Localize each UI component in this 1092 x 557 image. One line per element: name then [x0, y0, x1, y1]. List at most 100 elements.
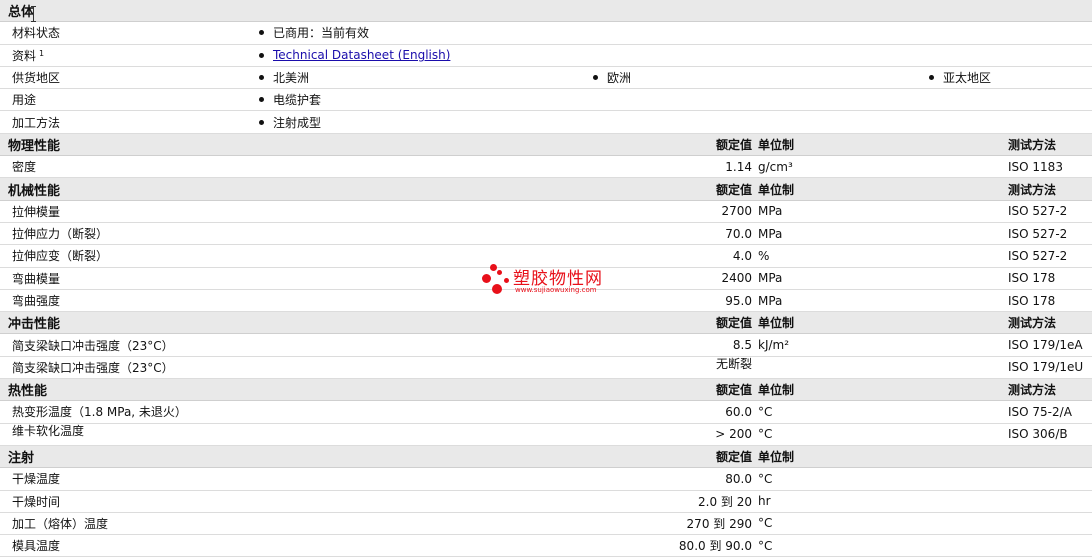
property-value: > 200: [715, 427, 752, 442]
property-value: 80.0 到 90.0: [678, 539, 752, 554]
table-row: 热变形温度（1.8 MPa, 未退火） 60.0 °C ISO 75-2/A: [0, 401, 1092, 424]
test-method: ISO 527-2: [1008, 204, 1068, 219]
property-value: 95.0: [725, 293, 752, 308]
row-label: 材料状态: [12, 26, 61, 41]
row-label: 资料 1: [12, 48, 45, 63]
bullet-icon: [259, 119, 264, 125]
table-row: 模具温度 80.0 到 90.0 °C: [0, 535, 1092, 557]
technical-datasheet-link[interactable]: Technical Datasheet (English): [273, 48, 450, 62]
row-supply-regions: 供货地区 北美洲 欧洲 亚太地区: [0, 66, 1092, 90]
property-name: 干燥时间: [12, 494, 61, 509]
property-name: 干燥温度: [12, 472, 61, 487]
watermark-logo: 塑胶物性网 www.sujiaowuxing.com: [482, 262, 622, 300]
row-label: 加工方法: [12, 115, 61, 130]
col-header-unit: 单位制: [758, 316, 795, 331]
property-unit: MPa: [758, 204, 783, 219]
row-value: 电缆护套: [259, 89, 321, 110]
property-value: 60.0: [725, 404, 752, 419]
text-cursor-icon: [31, 6, 36, 22]
property-name: 密度: [12, 160, 37, 175]
region-item: 亚太地区: [929, 67, 991, 88]
logo-dots-icon: [482, 262, 516, 296]
property-unit: g/cm³: [758, 159, 793, 174]
table-row: 加工（熔体）温度 270 到 290 °C: [0, 512, 1092, 536]
property-unit: MPa: [758, 226, 783, 241]
table-row: 简支梁缺口冲击强度（23°C） 无断裂 ISO 179/1eU: [0, 356, 1092, 380]
property-unit: MPa: [758, 293, 783, 308]
row-processing: 加工方法 注射成型: [0, 111, 1092, 134]
col-header-method: 测试方法: [1008, 383, 1057, 398]
row-value: Technical Datasheet (English): [259, 45, 450, 66]
test-method: ISO 75-2/A: [1008, 404, 1072, 419]
section-header-physical: 物理性能 额定值 单位制 测试方法: [0, 133, 1092, 157]
property-value: 无断裂: [715, 356, 752, 371]
property-name: 弯曲模量: [12, 271, 61, 286]
col-header-unit: 单位制: [758, 450, 795, 465]
row-material-status: 材料状态 已商用：当前有效: [0, 22, 1092, 45]
table-row: 拉伸模量 2700 MPa ISO 527-2: [0, 200, 1092, 223]
section-header-impact: 冲击性能 额定值 单位制 测试方法: [0, 312, 1092, 335]
property-unit: °C: [758, 427, 773, 442]
bullet-icon: [593, 75, 598, 81]
row-value: 已商用：当前有效: [259, 22, 369, 43]
section-header-thermal: 热性能 额定值 单位制 测试方法: [0, 379, 1092, 402]
col-header-value: 额定值: [715, 316, 752, 331]
property-name: 弯曲强度: [12, 294, 61, 308]
property-value: 2.0 到 20: [698, 494, 752, 509]
section-title: 物理性能: [8, 138, 61, 154]
watermark-url: www.sujiaowuxing.com: [515, 286, 597, 294]
col-header-method: 测试方法: [1008, 137, 1057, 152]
property-value: 4.0: [732, 248, 752, 263]
col-header-unit: 单位制: [758, 137, 795, 152]
section-title: 机械性能: [8, 183, 61, 199]
col-header-value: 额定值: [715, 450, 752, 465]
test-method: ISO 527-2: [1008, 226, 1068, 241]
property-name: 简支梁缺口冲击强度（23°C）: [12, 338, 174, 353]
test-method: ISO 179/1eA: [1008, 338, 1083, 353]
section-title: 总体: [8, 5, 35, 21]
property-value: 1.14: [725, 159, 752, 174]
region-item: 北美洲: [259, 67, 309, 88]
table-row: 密度 1.14 g/cm³ ISO 1183: [0, 156, 1092, 179]
bullet-icon: [259, 52, 264, 58]
footnote-marker: 1: [39, 48, 45, 58]
bullet-icon: [259, 97, 264, 103]
test-method: ISO 527-2: [1008, 248, 1068, 263]
table-row: 简支梁缺口冲击强度（23°C） 8.5 kJ/m² ISO 179/1eA: [0, 334, 1092, 357]
test-method: ISO 1183: [1008, 159, 1063, 174]
property-name: 拉伸应变（断裂）: [12, 249, 109, 264]
section-title: 冲击性能: [8, 317, 61, 333]
property-value: 2700: [721, 204, 752, 219]
property-unit: °C: [758, 538, 773, 553]
section-header-mechanical: 机械性能 额定值 单位制 测试方法: [0, 178, 1092, 201]
property-unit: kJ/m²: [758, 338, 790, 353]
property-value: 80.0: [725, 471, 752, 486]
property-value: 70.0: [725, 226, 752, 241]
property-name: 加工（熔体）温度: [12, 516, 109, 531]
table-row: 干燥温度 80.0 °C: [0, 468, 1092, 491]
bullet-icon: [929, 75, 934, 81]
col-header-method: 测试方法: [1008, 182, 1057, 197]
table-row: 维卡软化温度 > 200 °C ISO 306/B: [0, 423, 1092, 446]
region-item: 欧洲: [593, 67, 631, 88]
col-header-unit: 单位制: [758, 383, 795, 398]
property-unit: °C: [758, 471, 773, 486]
property-name: 拉伸模量: [12, 204, 61, 219]
test-method: ISO 178: [1008, 293, 1056, 308]
col-header-value: 额定值: [715, 383, 752, 398]
property-unit: %: [758, 248, 770, 263]
table-row: 干燥时间 2.0 到 20 hr: [0, 490, 1092, 513]
test-method: ISO 179/1eU: [1008, 360, 1084, 375]
section-title: 热性能: [8, 384, 48, 400]
bullet-icon: [259, 30, 264, 36]
row-use: 用途 电缆护套: [0, 89, 1092, 112]
test-method: ISO 306/B: [1008, 427, 1068, 442]
property-unit: °C: [758, 516, 773, 531]
property-unit: °C: [758, 404, 773, 419]
section-header-injection: 注射 额定值 单位制: [0, 445, 1092, 469]
section-header-general: 总体: [0, 0, 1092, 23]
row-label: 用途: [12, 93, 37, 108]
table-row: 拉伸应力（断裂） 70.0 MPa ISO 527-2: [0, 222, 1092, 246]
test-method: ISO 178: [1008, 271, 1056, 286]
property-value: 270 到 290: [686, 516, 752, 531]
